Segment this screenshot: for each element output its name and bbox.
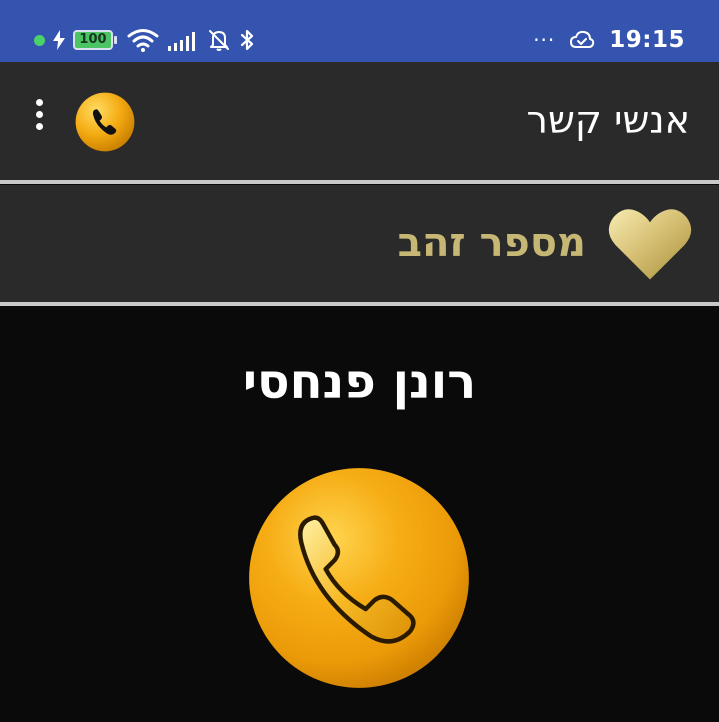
more-vert-icon[interactable]: [28, 94, 50, 134]
charging-bolt-icon: [53, 30, 65, 50]
page-title: אנשי קשר: [526, 98, 690, 142]
bluetooth-icon: [240, 29, 254, 51]
gold-number-label: מספר זהב: [397, 220, 586, 266]
privacy-indicator-dot: [34, 34, 45, 46]
status-time: 19:15: [609, 27, 685, 53]
gold-number-bar[interactable]: מספר זהב: [0, 185, 719, 302]
muted-bell-icon: [209, 30, 229, 51]
status-bar: 100 ··· 19:15: [0, 0, 719, 62]
status-right: ··· 19:15: [533, 22, 685, 58]
signal-strength-icon: [168, 32, 195, 51]
app-toolbar: אנשי קשר: [0, 62, 719, 181]
menu-dot: [35, 98, 43, 106]
more-notifications-indicator: ···: [533, 28, 556, 52]
wifi-icon: [127, 29, 159, 52]
menu-dot: [35, 122, 43, 130]
battery-indicator: 100: [73, 30, 117, 50]
divider: [0, 302, 719, 306]
menu-dot: [35, 110, 43, 118]
phone-icon[interactable]: [248, 467, 470, 689]
phone-icon[interactable]: [75, 92, 135, 152]
cloud-sync-icon: [570, 30, 595, 48]
status-left: 100: [34, 22, 255, 58]
heart-icon: [608, 209, 692, 280]
divider: [0, 180, 719, 184]
contact-name: רונן פנחסי: [242, 354, 477, 410]
